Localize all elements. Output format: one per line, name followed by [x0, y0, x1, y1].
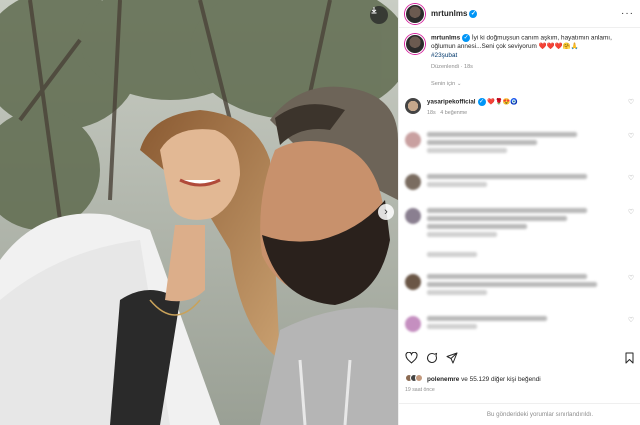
comment-avatar — [405, 252, 421, 268]
comments-limited-notice: Bu gönderideki yorumlar sınırlandırıldı. — [399, 403, 640, 425]
comment-avatar — [405, 132, 421, 148]
caption-edited-meta: Düzenlendi · 18s — [431, 63, 473, 70]
translate-toggle[interactable]: Senin için ⌄ — [399, 71, 640, 87]
comment-like-heart-icon[interactable]: ♡ — [627, 174, 635, 182]
comment-like-heart-icon[interactable]: ♡ — [627, 98, 635, 106]
blurred-comment: ♡ — [399, 208, 640, 240]
caption-username[interactable]: mrtunlms — [431, 35, 460, 42]
verified-badge-icon: ✓ — [477, 98, 486, 106]
comment-like-heart-icon[interactable]: ♡ — [627, 132, 635, 140]
avatar[interactable] — [405, 3, 425, 24]
blurred-comment: ♡ — [399, 174, 640, 190]
share-icon[interactable] — [446, 352, 458, 364]
comment-text: ❤️🌹😍🧿 — [487, 98, 519, 106]
verified-badge-icon: ✓ — [469, 9, 478, 18]
heart-icon[interactable] — [405, 352, 418, 364]
liker-avatars — [405, 374, 423, 384]
post-photo[interactable]: › — [0, 0, 398, 425]
comment-like-heart-icon[interactable]: ♡ — [627, 316, 635, 324]
comment-like-heart-icon[interactable]: ♡ — [627, 208, 635, 216]
liker-username[interactable]: polenemre — [427, 376, 459, 383]
comment-avatar — [405, 274, 421, 290]
caption-avatar[interactable] — [405, 34, 425, 54]
blurred-comment: ♡ — [399, 316, 640, 332]
comment-item: yasaripekofficial ✓ ❤️🌹😍🧿 18s 4 beğenme ♡ — [399, 98, 640, 117]
blurred-comment: ♡ — [399, 274, 640, 298]
post-username[interactable]: mrtunlms ✓ — [431, 9, 478, 18]
post-actions-bar — [399, 350, 640, 366]
verified-badge-icon: ✓ — [462, 34, 471, 42]
blurred-comment: ♡ — [399, 132, 640, 156]
caption-emojis: ❤️❤️❤️🤗🙏 — [538, 43, 579, 51]
comment-username[interactable]: yasaripekofficial — [427, 99, 476, 106]
next-arrow-icon[interactable]: › — [378, 204, 394, 220]
comment-icon[interactable] — [426, 352, 438, 364]
post-time-ago: 19 saat önce — [405, 387, 435, 393]
caption-hashtag[interactable]: #23şubat — [431, 52, 457, 59]
post-details-panel: mrtunlms ✓ ··· mrtunlms ✓ İyi ki doğmuşsun… — [398, 0, 640, 425]
download-icon[interactable] — [370, 6, 388, 24]
more-options-icon[interactable]: ··· — [621, 8, 634, 19]
comment-avatar — [405, 208, 421, 224]
post-caption: mrtunlms ✓ İyi ki doğmuşsun canım aşkım, … — [399, 28, 640, 71]
comment-avatar[interactable] — [405, 98, 421, 114]
comment-avatar — [405, 174, 421, 190]
comment-like-heart-icon[interactable]: ♡ — [627, 274, 635, 282]
comment-time: 18s — [427, 109, 436, 116]
photo-illustration — [0, 0, 398, 425]
blurred-comment — [399, 252, 640, 268]
bookmark-icon[interactable] — [624, 352, 635, 364]
likes-summary[interactable]: polenemre ve 55.129 diğer kişi beğendi — [405, 374, 541, 384]
likes-count-text: ve 55.129 diğer kişi beğendi — [461, 375, 541, 383]
post-header: mrtunlms ✓ ··· — [399, 0, 640, 28]
comment-likes[interactable]: 4 beğenme — [440, 110, 467, 116]
comment-avatar — [405, 316, 421, 332]
